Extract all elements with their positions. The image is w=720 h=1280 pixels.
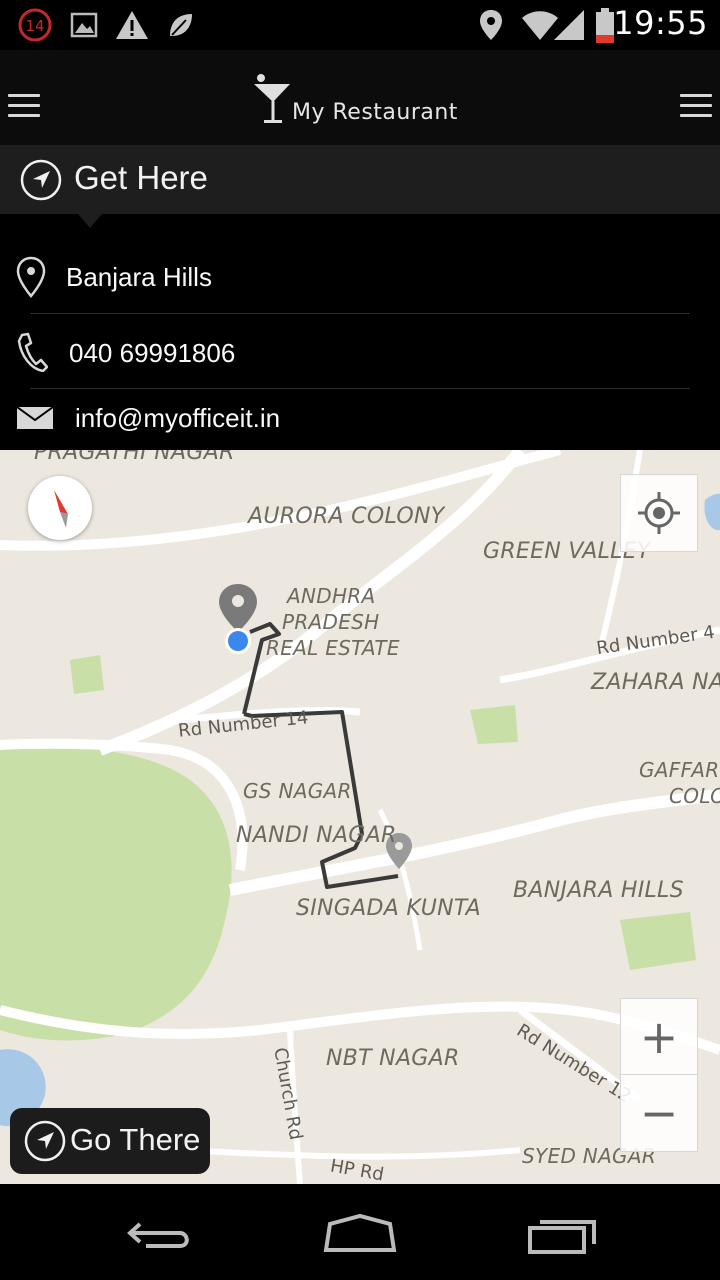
warning-icon <box>114 8 150 42</box>
map-label: PRADESH <box>282 610 380 634</box>
recents-icon <box>528 1220 596 1254</box>
status-bar: 14 19:55 <box>0 0 720 50</box>
zoom-out-button[interactable]: − <box>620 1074 698 1152</box>
map-label: BANJARA HILLS <box>513 878 684 903</box>
location-icon <box>478 8 504 42</box>
map-label: NANDI NAGAR <box>236 823 397 848</box>
map-label: COLO <box>669 784 720 808</box>
navigation-arrow-icon <box>24 1120 66 1162</box>
map-label: PRAGATHI NAGAR <box>34 450 235 465</box>
home-icon <box>323 1213 397 1252</box>
plus-icon: + <box>639 1010 679 1064</box>
phone-row[interactable]: 040 69991806 <box>0 314 720 388</box>
map-label: GAFFAR <box>639 758 720 782</box>
system-nav-bar <box>0 1184 720 1280</box>
phone-icon <box>16 332 49 373</box>
go-there-label: Go There <box>70 1122 201 1157</box>
map-label: REAL ESTATE <box>266 636 400 660</box>
clock: 19:55 <box>613 4 708 42</box>
back-button[interactable] <box>126 1216 194 1256</box>
notification-badge-icon: 14 <box>18 8 52 42</box>
go-there-button[interactable]: Go There <box>10 1108 210 1174</box>
address-text: Banjara Hills <box>66 262 212 292</box>
section-title: Get Here <box>74 159 208 196</box>
image-icon <box>70 8 98 42</box>
email-row[interactable]: info@myofficeit.in <box>0 389 720 450</box>
map-label: GS NAGAR <box>243 779 352 803</box>
left-menu-icon[interactable] <box>8 94 40 124</box>
location-pin-icon <box>16 256 46 298</box>
app-title: My Restaurant <box>292 100 458 125</box>
section-header: Get Here <box>0 145 720 214</box>
map-label: ANDHRA <box>287 584 376 608</box>
back-icon <box>127 1222 189 1248</box>
minus-icon: − <box>639 1086 679 1140</box>
mail-icon <box>16 406 54 432</box>
signal-icon <box>552 8 586 42</box>
zoom-in-button[interactable]: + <box>620 998 698 1076</box>
phone-text: 040 69991806 <box>69 338 236 368</box>
home-button[interactable] <box>322 1212 398 1256</box>
email-text: info@myofficeit.in <box>75 403 281 433</box>
crosshair-icon <box>638 492 680 534</box>
recents-button[interactable] <box>526 1214 598 1256</box>
address-row[interactable]: Banjara Hills <box>0 214 720 314</box>
map-label: NBT NAGAR <box>326 1046 460 1071</box>
action-bar: My Restaurant <box>0 50 720 145</box>
map-label: ZAHARA NA <box>591 670 720 695</box>
svg-text:14: 14 <box>25 17 44 35</box>
right-menu-icon[interactable] <box>680 94 712 124</box>
contact-info: Banjara Hills 040 69991806 info@myoffice… <box>0 214 720 450</box>
compass-icon <box>54 490 68 528</box>
my-location-button[interactable] <box>620 474 698 552</box>
navigation-arrow-icon <box>20 159 62 201</box>
map-label: AURORA COLONY <box>248 504 445 529</box>
map-label: SINGADA KUNTA <box>296 896 481 921</box>
leaf-icon <box>166 8 194 42</box>
section-caret <box>78 214 102 228</box>
map-view[interactable]: PRAGATHI NAGAR AURORA COLONY GREEN VALLE… <box>0 450 720 1184</box>
cocktail-glass-icon <box>252 72 292 130</box>
compass-button[interactable] <box>28 476 92 540</box>
